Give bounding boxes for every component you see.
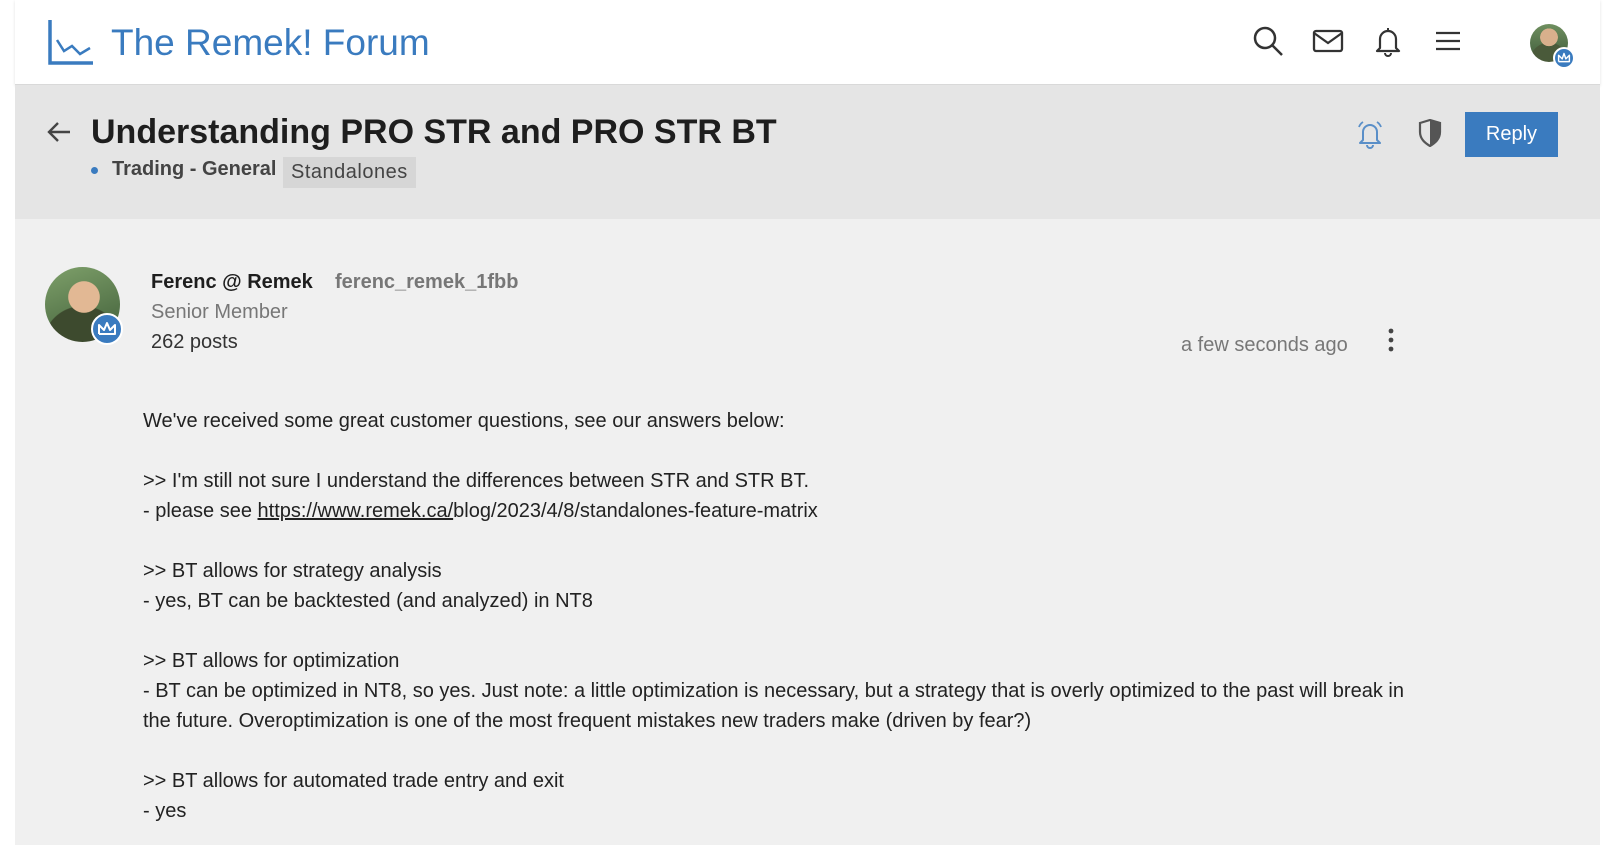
forum-title[interactable]: The Remek! Forum [111,22,430,64]
feature-matrix-link[interactable]: https://www.remek.ca/ [258,500,454,522]
author-name[interactable]: Ferenc @ Remek [151,271,313,294]
hamburger-menu-icon[interactable] [1431,24,1465,58]
topic-title: Understanding PRO STR and PRO STR BT [91,113,777,151]
post-paragraph: >> BT allows for optimization [143,650,400,672]
post-paragraph: >> BT allows for automated trade entry a… [143,770,564,792]
author-post-count: 262 posts [151,331,238,353]
post-paragraph: We've received some great customer quest… [143,410,785,432]
search-icon[interactable] [1251,24,1285,58]
reply-button[interactable]: Reply [1465,112,1558,157]
bell-icon[interactable] [1371,24,1405,58]
post-paragraph: >> BT allows for strategy analysis [143,560,442,582]
post-paragraph: - BT can be optimized in NT8, so yes. Ju… [143,680,1404,732]
back-arrow-icon[interactable] [45,118,73,146]
tag-badge[interactable]: Standalones [283,157,416,188]
site-header: The Remek! Forum [15,0,1600,85]
author-role: Senior Member [151,301,288,323]
mail-icon[interactable] [1311,24,1345,58]
topic-header: Understanding PRO STR and PRO STR BT Tra… [15,85,1600,219]
crown-icon [1553,47,1575,69]
author-handle[interactable]: ferenc_remek_1fbb [335,271,518,294]
post-content: We've received some great customer quest… [143,406,1413,826]
post-paragraph: - yes, BT can be backtested (and analyze… [143,590,593,612]
post-timestamp: a few seconds ago [1181,334,1348,356]
text-span: - please see [143,500,258,522]
post-paragraph: - yes [143,800,187,822]
category-dot-icon [91,167,98,174]
category-link[interactable]: Trading - General [112,158,276,181]
watching-bell-icon[interactable] [1355,119,1385,149]
text-span: blog/2023/4/8/standalones-feature-matrix [453,500,818,522]
post-paragraph: >> I'm still not sure I understand the d… [143,470,810,492]
crown-icon [91,313,123,345]
chart-line-icon[interactable] [47,18,95,66]
more-options-icon[interactable] [1379,325,1403,355]
post-paragraph: - please see https://www.remek.ca/blog/2… [143,496,1413,526]
page-frame: The Remek! Forum Understanding PRO STR a… [15,0,1600,845]
shield-icon[interactable] [1417,119,1443,147]
